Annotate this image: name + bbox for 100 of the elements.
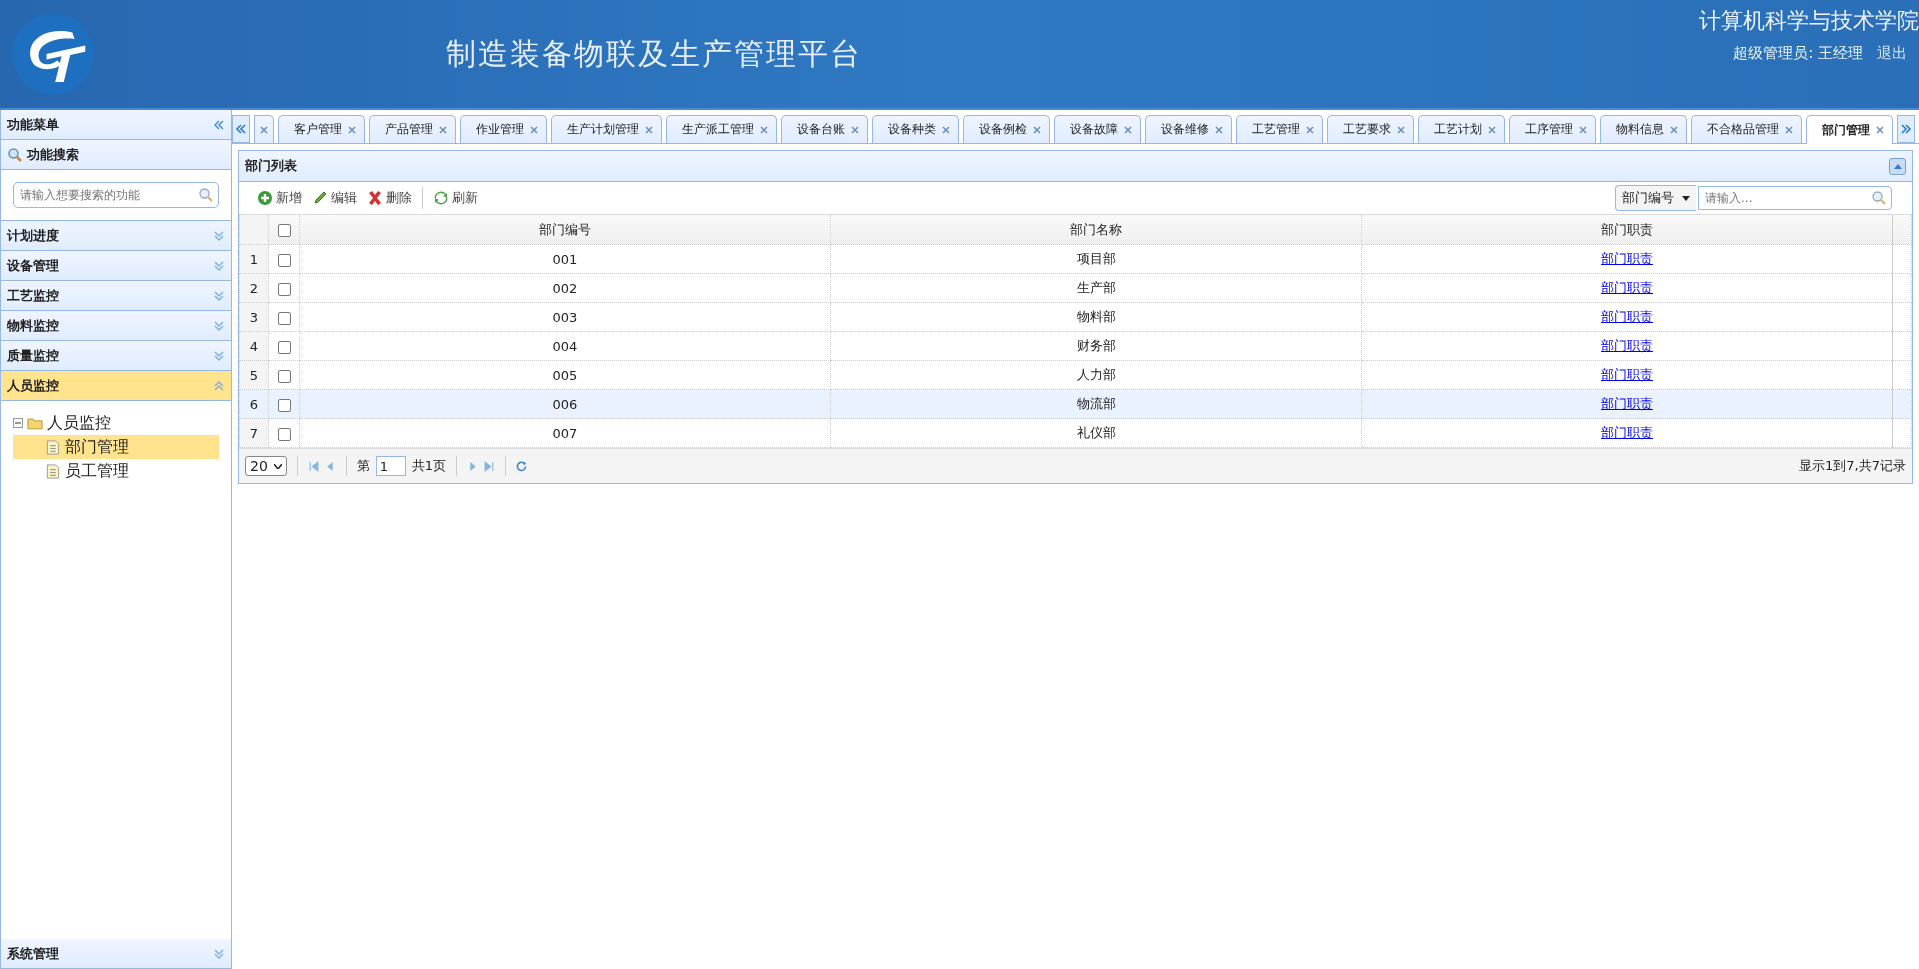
- last-page-icon[interactable]: [484, 460, 496, 472]
- close-icon[interactable]: [1124, 125, 1132, 134]
- row-checkbox[interactable]: [277, 398, 291, 412]
- close-icon[interactable]: [645, 125, 653, 134]
- row-checkbox[interactable]: [277, 311, 291, 325]
- page-size-select[interactable]: 20: [245, 456, 287, 476]
- duty-link[interactable]: 部门职责: [1601, 425, 1653, 440]
- menu-section[interactable]: 设备管理: [1, 251, 231, 281]
- duty-link[interactable]: 部门职责: [1601, 251, 1653, 266]
- tab[interactable]: 工艺管理: [1236, 115, 1323, 143]
- scroll-left-button[interactable]: [232, 115, 250, 143]
- tab[interactable]: 部门管理: [1806, 115, 1893, 144]
- close-icon[interactable]: [1785, 125, 1793, 134]
- tab[interactable]: 物料信息: [1600, 115, 1687, 143]
- tab[interactable]: 设备维修: [1145, 115, 1232, 143]
- tab[interactable]: [254, 115, 274, 143]
- expand-icon: [213, 259, 225, 272]
- function-search-field[interactable]: 请输入想要搜索的功能: [13, 182, 219, 208]
- close-icon[interactable]: [1670, 125, 1678, 134]
- table-row[interactable]: 7 007 礼仪部 部门职责: [239, 418, 1912, 448]
- duty-link[interactable]: 部门职责: [1601, 396, 1653, 411]
- tab[interactable]: 产品管理: [369, 115, 456, 143]
- row-checkbox[interactable]: [277, 427, 291, 441]
- tab[interactable]: 作业管理: [460, 115, 547, 143]
- duty-link[interactable]: 部门职责: [1601, 280, 1653, 295]
- search-icon[interactable]: [198, 187, 214, 203]
- row-checkbox[interactable]: [277, 282, 291, 296]
- tab[interactable]: 工艺计划: [1418, 115, 1505, 143]
- duty-link[interactable]: 部门职责: [1601, 367, 1653, 382]
- tree-item[interactable]: 人员监控: [47, 412, 111, 434]
- collapse-toggle-icon[interactable]: [13, 418, 23, 428]
- collapse-panel-button[interactable]: [1889, 157, 1906, 175]
- close-icon[interactable]: [851, 125, 859, 134]
- tab[interactable]: 生产计划管理: [551, 115, 662, 143]
- caret-icon: [273, 463, 282, 469]
- next-page-icon[interactable]: [467, 460, 479, 472]
- close-icon[interactable]: [1033, 125, 1041, 134]
- tab[interactable]: 设备例检: [963, 115, 1050, 143]
- column-header[interactable]: 部门职责: [1361, 215, 1893, 245]
- duty-link[interactable]: 部门职责: [1601, 338, 1653, 353]
- table-cell: 003: [299, 302, 831, 332]
- table-row[interactable]: 6 006 物流部 部门职责: [239, 389, 1912, 419]
- row-checkbox[interactable]: [277, 253, 291, 267]
- previous-page-icon[interactable]: [324, 460, 336, 472]
- page-number-field[interactable]: 1: [375, 456, 406, 476]
- table-row[interactable]: 4 004 财务部 部门职责: [239, 331, 1912, 361]
- tab[interactable]: 设备台账: [781, 115, 868, 143]
- close-icon[interactable]: [1876, 126, 1884, 134]
- menu-section[interactable]: 工艺监控: [1, 281, 231, 311]
- row-checkbox[interactable]: [277, 369, 291, 383]
- table-row[interactable]: 5 005 人力部 部门职责: [239, 360, 1912, 390]
- tab[interactable]: 工序管理: [1509, 115, 1596, 143]
- caret-up-icon: [1892, 162, 1903, 170]
- close-icon[interactable]: [530, 125, 538, 134]
- table-row[interactable]: 1 001 项目部 部门职责: [239, 244, 1912, 274]
- logout-link[interactable]: 退出: [1877, 44, 1907, 63]
- delete-button[interactable]: 删除: [363, 187, 416, 209]
- expand-icon: [213, 229, 225, 242]
- close-icon[interactable]: [760, 125, 768, 134]
- table-row[interactable]: 2 002 生产部 部门职责: [239, 273, 1912, 303]
- search-field-dropdown[interactable]: 部门编号: [1615, 185, 1696, 211]
- menu-section[interactable]: 物料监控: [1, 311, 231, 341]
- column-header[interactable]: 部门编号: [299, 215, 831, 245]
- scroll-right-button[interactable]: [1897, 115, 1915, 143]
- first-page-icon[interactable]: [307, 460, 319, 472]
- collapse-icon[interactable]: [213, 118, 225, 131]
- menu-section[interactable]: 质量监控: [1, 341, 231, 371]
- menu-section[interactable]: 计划进度: [1, 221, 231, 251]
- search-field[interactable]: 请输入...: [1698, 186, 1892, 210]
- column-header[interactable]: 部门名称: [830, 215, 1362, 245]
- close-icon[interactable]: [942, 125, 950, 134]
- tree-item[interactable]: 部门管理: [13, 435, 219, 459]
- refresh-button[interactable]: 刷新: [422, 187, 482, 209]
- tree-item[interactable]: 员工管理: [13, 459, 219, 483]
- duty-link[interactable]: 部门职责: [1601, 309, 1653, 324]
- tab[interactable]: 不合格品管理: [1691, 115, 1802, 143]
- menu-section[interactable]: 系统管理: [1, 939, 231, 969]
- table-row[interactable]: 3 003 物料部 部门职责: [239, 302, 1912, 332]
- row-checkbox[interactable]: [277, 340, 291, 354]
- close-icon[interactable]: [1306, 125, 1314, 134]
- menu-section[interactable]: 人员监控: [1, 371, 231, 401]
- tab[interactable]: 设备种类: [872, 115, 959, 143]
- tab[interactable]: 设备故障: [1054, 115, 1141, 143]
- close-icon[interactable]: [1579, 125, 1587, 134]
- tab[interactable]: 生产派工管理: [666, 115, 777, 143]
- reload-icon[interactable]: [516, 460, 528, 472]
- tab[interactable]: 工艺要求: [1327, 115, 1414, 143]
- add-button[interactable]: 新增: [253, 187, 306, 209]
- close-icon[interactable]: [1488, 125, 1496, 134]
- close-icon[interactable]: [348, 125, 356, 134]
- search-icon[interactable]: [1871, 190, 1887, 206]
- close-icon[interactable]: [1215, 125, 1223, 134]
- close-icon[interactable]: [260, 125, 268, 134]
- close-icon[interactable]: [439, 125, 447, 134]
- panel-title: 部门列表: [245, 157, 297, 175]
- table-cell: 生产部: [830, 273, 1362, 303]
- edit-button[interactable]: 编辑: [308, 187, 361, 209]
- tab[interactable]: 客户管理: [278, 115, 365, 143]
- close-icon[interactable]: [1397, 125, 1405, 134]
- select-all-checkbox[interactable]: [277, 224, 291, 237]
